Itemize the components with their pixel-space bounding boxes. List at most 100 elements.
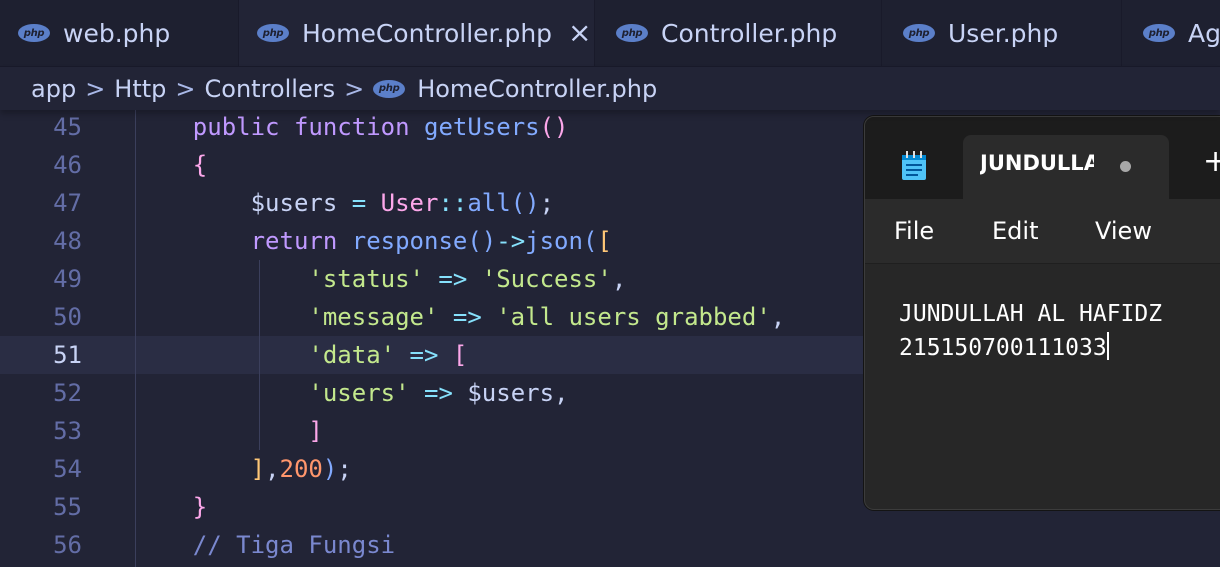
tab-label: web.php xyxy=(63,18,171,48)
notepad-tab[interactable]: JUNDULLAH AL HAFIDZ xyxy=(963,135,1169,199)
code-token: ] xyxy=(308,417,323,445)
code-token: , xyxy=(554,379,569,407)
php-file-icon: php xyxy=(373,79,406,98)
code-token: 'all users grabbed' xyxy=(496,303,771,331)
code-token: => xyxy=(409,379,468,407)
code-token: ; xyxy=(539,189,555,217)
notepad-menu-bar: File Edit View xyxy=(865,199,1220,264)
line-number: 47 xyxy=(53,189,82,217)
code-text: 'status' => 'Success', xyxy=(135,260,626,298)
tab-label: Ag xyxy=(1188,18,1220,48)
chevron-right-icon: > xyxy=(85,74,106,103)
code-token: return xyxy=(250,227,338,255)
notepad-icon xyxy=(902,151,926,180)
code-token: User xyxy=(380,189,439,217)
code-text: 'users' => $users, xyxy=(135,374,569,412)
tab-homecontroller-php[interactable]: php HomeController.php × xyxy=(239,0,595,66)
line-number: 50 xyxy=(53,303,82,331)
code-text: 'data' => [ xyxy=(135,336,467,374)
text-line: JUNDULLAH AL HAFIDZ xyxy=(899,301,1163,327)
indent-guide xyxy=(135,108,136,567)
code-token: => xyxy=(395,341,453,369)
notepad-title-bar[interactable]: JUNDULLAH AL HAFIDZ + xyxy=(865,117,1220,199)
code-text: ] xyxy=(135,412,323,450)
code-token: 'Success' xyxy=(481,265,612,293)
code-token: => xyxy=(438,303,497,331)
code-line[interactable]: 56 // Tiga Fungsi xyxy=(0,526,1220,564)
code-token: , xyxy=(770,303,786,331)
code-token: ; xyxy=(337,455,352,483)
line-number: 45 xyxy=(53,113,82,141)
code-token: -> xyxy=(496,227,526,255)
text-line: 215150700111033 xyxy=(899,331,1162,365)
tab-user-php[interactable]: php User.php xyxy=(882,0,1122,66)
breadcrumb-item-controllers[interactable]: Controllers xyxy=(205,75,336,103)
code-text: public function getUsers() xyxy=(135,108,569,146)
editor-tab-bar: php web.php php HomeController.php × php… xyxy=(0,0,1220,67)
line-number: 54 xyxy=(53,455,82,483)
code-token: => xyxy=(423,265,482,293)
new-tab-button[interactable]: + xyxy=(1203,147,1220,177)
unsaved-dot-icon xyxy=(1120,161,1131,172)
breadcrumb-item-file[interactable]: HomeController.php xyxy=(417,75,657,103)
line-number: 49 xyxy=(53,265,82,293)
chevron-right-icon: > xyxy=(344,74,365,103)
breadcrumb: app > Http > Controllers > php HomeContr… xyxy=(0,67,1220,110)
notepad-window[interactable]: JUNDULLAH AL HAFIDZ + File Edit View JUN… xyxy=(864,116,1220,510)
line-number: 53 xyxy=(53,417,82,445)
code-text: // Tiga Fungsi xyxy=(135,526,395,564)
menu-view[interactable]: View xyxy=(1095,217,1152,245)
close-icon[interactable]: × xyxy=(568,19,591,47)
code-text: $users = User::all(); xyxy=(135,184,554,222)
code-token: :: xyxy=(438,189,468,217)
code-token: () xyxy=(467,227,497,255)
tab-ag-php[interactable]: php Ag xyxy=(1122,0,1220,66)
code-token: () xyxy=(510,189,540,217)
tab-web-php[interactable]: php web.php xyxy=(0,0,239,66)
code-token: function xyxy=(293,113,410,141)
code-token: } xyxy=(192,493,208,521)
code-token: , xyxy=(265,455,280,483)
code-token: { xyxy=(192,151,208,179)
code-token: 'status' xyxy=(308,265,424,293)
tab-label: HomeController.php xyxy=(302,18,553,48)
line-number: 55 xyxy=(53,493,82,521)
php-file-icon: php xyxy=(257,24,289,42)
tab-label: User.php xyxy=(948,18,1059,48)
code-token: 'data' xyxy=(308,341,396,369)
line-number: 46 xyxy=(53,151,82,179)
code-token: all xyxy=(467,189,511,217)
notepad-text-area[interactable]: JUNDULLAH AL HAFIDZ 215150700111033 xyxy=(899,297,1162,365)
breadcrumb-item-http[interactable]: Http xyxy=(114,75,166,103)
code-token: ] xyxy=(250,455,266,483)
code-token: = xyxy=(337,189,381,217)
menu-edit[interactable]: Edit xyxy=(992,217,1038,245)
line-number: 51 xyxy=(53,341,82,369)
line-number: 48 xyxy=(53,227,82,255)
code-token: 'message' xyxy=(308,303,439,331)
code-token: json xyxy=(525,227,583,255)
line-number: 56 xyxy=(53,531,82,559)
code-token: getUsers xyxy=(424,113,540,141)
menu-file[interactable]: File xyxy=(894,217,934,245)
line-number: 52 xyxy=(53,379,82,407)
code-token: ( xyxy=(582,227,598,255)
php-file-icon: php xyxy=(1143,24,1175,42)
tab-controller-php[interactable]: php Controller.php xyxy=(595,0,882,66)
tab-label: Controller.php xyxy=(661,18,838,48)
breadcrumb-item-app[interactable]: app xyxy=(31,75,76,103)
code-token: response xyxy=(351,227,468,255)
code-text: ],200); xyxy=(135,450,352,488)
php-file-icon: php xyxy=(616,24,648,42)
indent-guide xyxy=(259,260,260,450)
code-text: { xyxy=(135,146,207,184)
